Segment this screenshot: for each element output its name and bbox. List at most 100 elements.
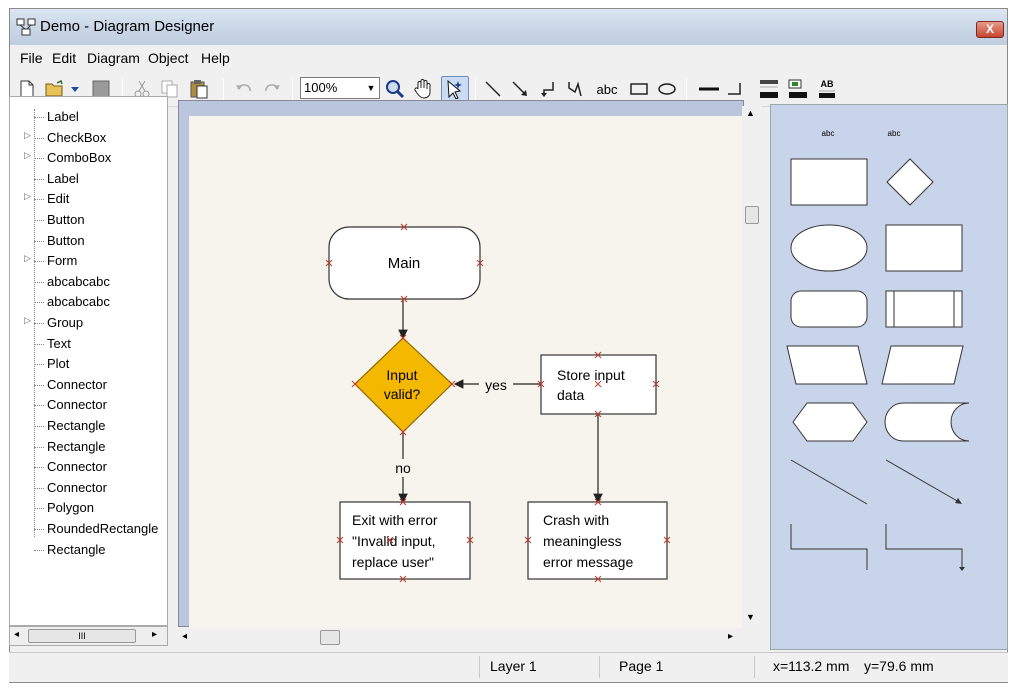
scroll-right-icon[interactable]: ▸ <box>152 629 157 640</box>
crash-label-line1: Crash with <box>543 512 609 528</box>
tree-item-label: Text <box>47 335 71 351</box>
line-style-button[interactable] <box>723 77 747 101</box>
redo-icon <box>265 84 280 92</box>
palette-text-tool-alt[interactable]: abc <box>888 129 901 138</box>
redo-button[interactable] <box>260 77 284 101</box>
palette-rounded-rectangle[interactable] <box>790 290 868 328</box>
tree-connector-line <box>34 549 44 551</box>
hand-icon <box>414 79 431 99</box>
close-button[interactable]: X <box>976 21 1004 38</box>
elbow-connector-button[interactable] <box>536 77 560 101</box>
title-bar[interactable]: Demo - Diagram Designer X <box>10 9 1007 45</box>
chevron-down-icon[interactable]: ▼ <box>363 78 379 98</box>
paste-button[interactable] <box>187 77 211 101</box>
tree-item-label: Edit <box>47 191 70 207</box>
rectangle-tool-button[interactable] <box>627 77 651 101</box>
scroll-right-icon[interactable]: ▸ <box>728 631 733 642</box>
text-tool-button[interactable]: abc <box>592 77 622 101</box>
tree-item-label: Polygon <box>47 500 94 516</box>
palette-stored-data[interactable] <box>884 402 970 442</box>
line-color-button[interactable] <box>786 77 810 101</box>
vertical-scroll-thumb[interactable] <box>745 206 759 224</box>
decision-node[interactable] <box>354 337 453 433</box>
menu-object[interactable]: Object <box>148 50 188 66</box>
scroll-down-icon[interactable]: ▼ <box>746 612 755 622</box>
palette-parallelogram-right[interactable] <box>881 345 964 385</box>
font-color-button[interactable]: AB <box>815 77 839 101</box>
canvas-horizontal-scrollbar[interactable]: ◂ ▸ <box>176 629 742 647</box>
tree-horizontal-scrollbar[interactable]: ◂ III ▸ <box>9 626 168 646</box>
palette-arrow-line[interactable] <box>885 459 960 503</box>
scroll-left-icon[interactable]: ◂ <box>182 631 187 642</box>
ellipse-tool-button[interactable] <box>655 77 679 101</box>
zoom-value: 100% <box>304 80 338 95</box>
arrow-tool-button[interactable] <box>508 77 532 101</box>
tree-connector-line <box>34 446 44 448</box>
menu-help[interactable]: Help <box>201 50 230 66</box>
expand-icon[interactable]: ▷ <box>24 130 31 141</box>
magnifier-icon <box>386 80 405 99</box>
zoom-select[interactable]: 100% ▼ <box>300 77 380 99</box>
palette-diamond[interactable] <box>886 158 934 206</box>
palette-line[interactable] <box>790 459 868 505</box>
horizontal-scroll-thumb[interactable] <box>320 630 340 645</box>
palette-elbow-arrow-connector[interactable] <box>885 524 963 569</box>
line-width-button[interactable] <box>697 77 721 101</box>
undo-icon <box>236 84 251 92</box>
tree-scroll-thumb[interactable]: III <box>28 629 136 643</box>
toolbar-separator <box>223 79 224 101</box>
tree-item-label: Form <box>47 253 78 269</box>
tree-item-label: Button <box>47 212 85 227</box>
decision-label-line1: Input <box>386 367 417 383</box>
expand-icon[interactable]: ▷ <box>24 150 31 161</box>
expand-icon[interactable]: ▷ <box>24 253 31 264</box>
palette-rectangle[interactable] <box>790 158 868 206</box>
tree-item-label: Label <box>47 109 79 124</box>
palette-parallelogram-left[interactable] <box>786 345 868 385</box>
diagram-drawing[interactable]: yes no Main Input valid? Store input dat… <box>189 116 744 628</box>
pointer-tool-button[interactable] <box>441 76 469 102</box>
scroll-up-icon[interactable]: ▲ <box>746 108 755 118</box>
line-tool-button[interactable] <box>481 77 505 101</box>
line-end-icon <box>728 83 741 95</box>
expand-icon[interactable]: ▷ <box>24 315 31 326</box>
object-tree[interactable]: Label ▷ CheckBox ▷ ComboBox Label ▷ Edit Button B… <box>9 96 168 626</box>
crash-label-line2: meaningless <box>543 533 622 549</box>
undo-button[interactable] <box>232 77 256 101</box>
palette-elbow-connector[interactable] <box>790 524 868 570</box>
window-title: Demo - Diagram Designer <box>40 18 215 35</box>
palette-hexagon[interactable] <box>792 402 868 442</box>
menu-file[interactable]: File <box>20 50 43 66</box>
zoom-button[interactable] <box>383 77 407 101</box>
curve-connector-button[interactable] <box>563 77 587 101</box>
font-color-label: AB <box>820 78 834 89</box>
dropdown-arrow-icon <box>71 87 79 92</box>
palette-process[interactable] <box>885 224 963 272</box>
tree-item-label: Connector <box>47 376 107 392</box>
paste-clipboard-icon <box>190 80 208 99</box>
elbow-connector-icon <box>541 82 554 97</box>
tree-connector-line <box>34 199 44 201</box>
canvas-vertical-scrollbar[interactable]: ▲ ▼ <box>742 106 762 630</box>
diagram-page[interactable]: yes no Main Input valid? Store input dat… <box>189 116 744 628</box>
tree-connector-line <box>34 261 44 263</box>
expand-icon[interactable]: ▷ <box>24 191 31 202</box>
tree-item-label: Connector <box>47 479 107 495</box>
pan-button[interactable] <box>411 77 435 101</box>
status-separator <box>479 656 480 678</box>
status-page: Page 1 <box>619 658 664 674</box>
fill-color-button[interactable] <box>757 77 781 101</box>
scroll-left-icon[interactable]: ◂ <box>14 629 19 640</box>
palette-text-tool[interactable]: abc <box>822 129 835 138</box>
menu-edit[interactable]: Edit <box>52 50 76 66</box>
tree-item-label: ComboBox <box>47 150 112 166</box>
palette-predefined-process[interactable] <box>885 290 963 328</box>
menu-diagram[interactable]: Diagram <box>87 50 140 66</box>
palette-ellipse[interactable] <box>790 224 868 272</box>
tree-connector-line <box>34 158 44 160</box>
tree-connector-line <box>34 384 44 386</box>
status-separator <box>754 656 755 678</box>
app-diagram-icon <box>16 18 36 36</box>
status-y-coordinate: y=79.6 mm <box>864 658 934 674</box>
tree-connector-line <box>34 343 44 345</box>
